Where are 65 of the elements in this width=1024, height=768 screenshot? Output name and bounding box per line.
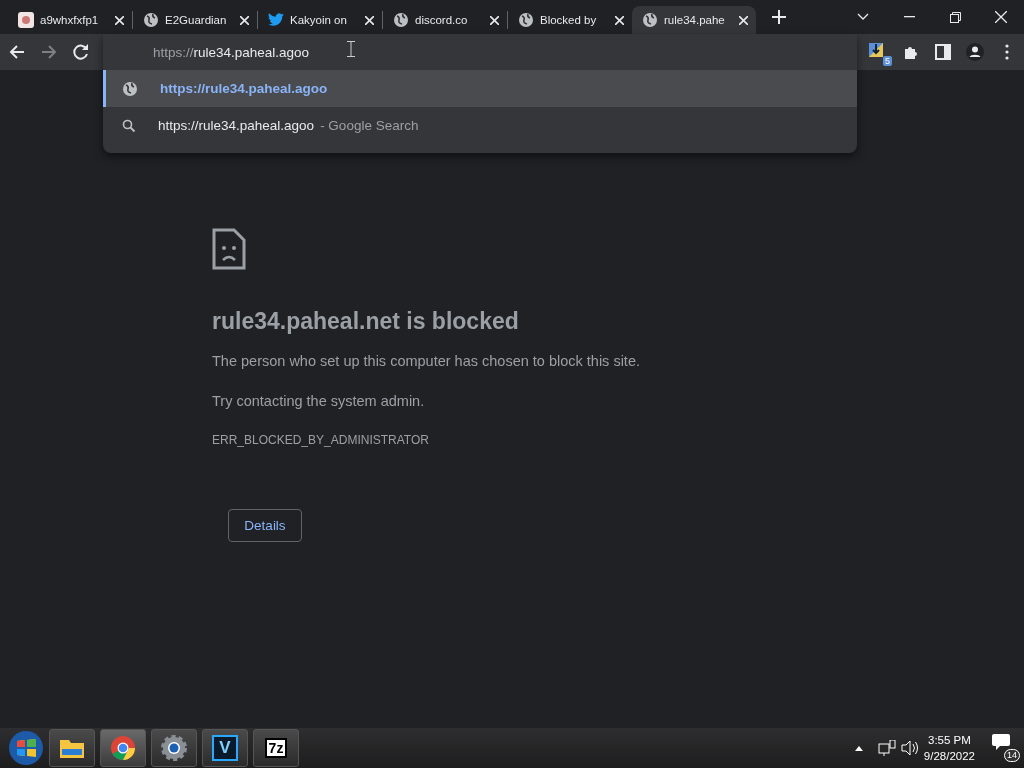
close-window-icon[interactable] bbox=[995, 11, 1007, 23]
v-logo-icon: V bbox=[212, 735, 238, 761]
new-tab-icon[interactable] bbox=[772, 10, 786, 24]
globe-icon bbox=[518, 12, 534, 28]
clock-time: 3:55 PM bbox=[927, 733, 972, 748]
side-panel-icon[interactable] bbox=[934, 43, 952, 61]
address-field[interactable]: https://rule34.paheal.agoo bbox=[153, 44, 310, 60]
folder-icon bbox=[59, 737, 85, 759]
close-icon[interactable] bbox=[115, 15, 124, 25]
sad-page-icon bbox=[212, 228, 246, 270]
notification-count: 14 bbox=[1004, 749, 1020, 762]
chevron-down-icon[interactable] bbox=[857, 13, 869, 21]
taskbar-app[interactable]: 7z bbox=[253, 729, 299, 767]
7z-logo-icon: 7z bbox=[264, 738, 288, 758]
suggestion-item[interactable]: https://rule34.paheal.agoo bbox=[103, 70, 857, 107]
tab-title: rule34.pahe bbox=[664, 14, 725, 26]
taskbar-app[interactable] bbox=[49, 729, 95, 767]
error-heading: rule34.paheal.net is blocked bbox=[212, 308, 520, 335]
tray-arrow-icon[interactable] bbox=[854, 745, 863, 751]
minimize-icon[interactable] bbox=[903, 16, 915, 18]
tab-title: Blocked by bbox=[540, 14, 597, 26]
volume-icon[interactable] bbox=[900, 740, 919, 756]
restore-icon[interactable] bbox=[949, 11, 961, 23]
tab-title: E2Guardian bbox=[165, 14, 227, 26]
notification-icon[interactable] bbox=[992, 734, 1012, 750]
profile-icon[interactable] bbox=[966, 43, 984, 61]
back-icon[interactable] bbox=[8, 43, 26, 61]
error-message: The person who set up this computer has chosen to block this site. bbox=[212, 353, 641, 369]
reload-icon[interactable] bbox=[72, 43, 90, 61]
tab-title: discord.co bbox=[415, 14, 468, 26]
taskbar-app[interactable]: V bbox=[202, 729, 248, 767]
close-icon[interactable] bbox=[365, 15, 374, 25]
browser-tab[interactable]: discord.co bbox=[383, 6, 507, 34]
tab-title: a9whxfxfp1 bbox=[40, 14, 99, 26]
globe-icon bbox=[143, 12, 159, 28]
close-icon[interactable] bbox=[739, 15, 748, 25]
browser-tab[interactable]: Blocked by bbox=[508, 6, 632, 34]
error-hint: Try contacting the system admin. bbox=[212, 393, 426, 409]
globe-icon bbox=[393, 12, 409, 28]
close-icon[interactable] bbox=[490, 15, 499, 25]
suggestion-item[interactable]: https://rule34.paheal.agoo - Google Search bbox=[103, 107, 857, 144]
network-icon[interactable] bbox=[877, 740, 896, 756]
extension-badge: 5 bbox=[883, 56, 892, 66]
site-icon bbox=[18, 12, 34, 28]
start-button[interactable] bbox=[8, 730, 44, 766]
close-icon[interactable] bbox=[615, 15, 624, 25]
gear-icon bbox=[161, 735, 187, 761]
forward-icon[interactable] bbox=[40, 43, 58, 61]
details-button[interactable]: Details bbox=[228, 509, 302, 542]
close-icon[interactable] bbox=[240, 15, 249, 25]
text-cursor-icon bbox=[347, 41, 355, 57]
browser-tab[interactable]: rule34.pahe bbox=[632, 6, 756, 34]
bird-icon bbox=[268, 13, 284, 27]
globe-icon bbox=[122, 80, 138, 97]
browser-tab[interactable]: a9whxfxfp1 bbox=[8, 6, 132, 34]
taskbar-app[interactable] bbox=[100, 729, 146, 767]
browser-tab[interactable]: E2Guardian bbox=[133, 6, 257, 34]
error-code: ERR_BLOCKED_BY_ADMINISTRATOR bbox=[212, 433, 430, 447]
search-icon bbox=[122, 118, 136, 133]
taskbar-app[interactable] bbox=[151, 729, 197, 767]
tab-title: Kakyoin on bbox=[290, 14, 347, 26]
chrome-icon bbox=[110, 735, 136, 761]
browser-tab[interactable]: Kakyoin on bbox=[258, 6, 382, 34]
globe-icon bbox=[642, 12, 658, 28]
clock-date: 9/28/2022 bbox=[923, 749, 975, 764]
